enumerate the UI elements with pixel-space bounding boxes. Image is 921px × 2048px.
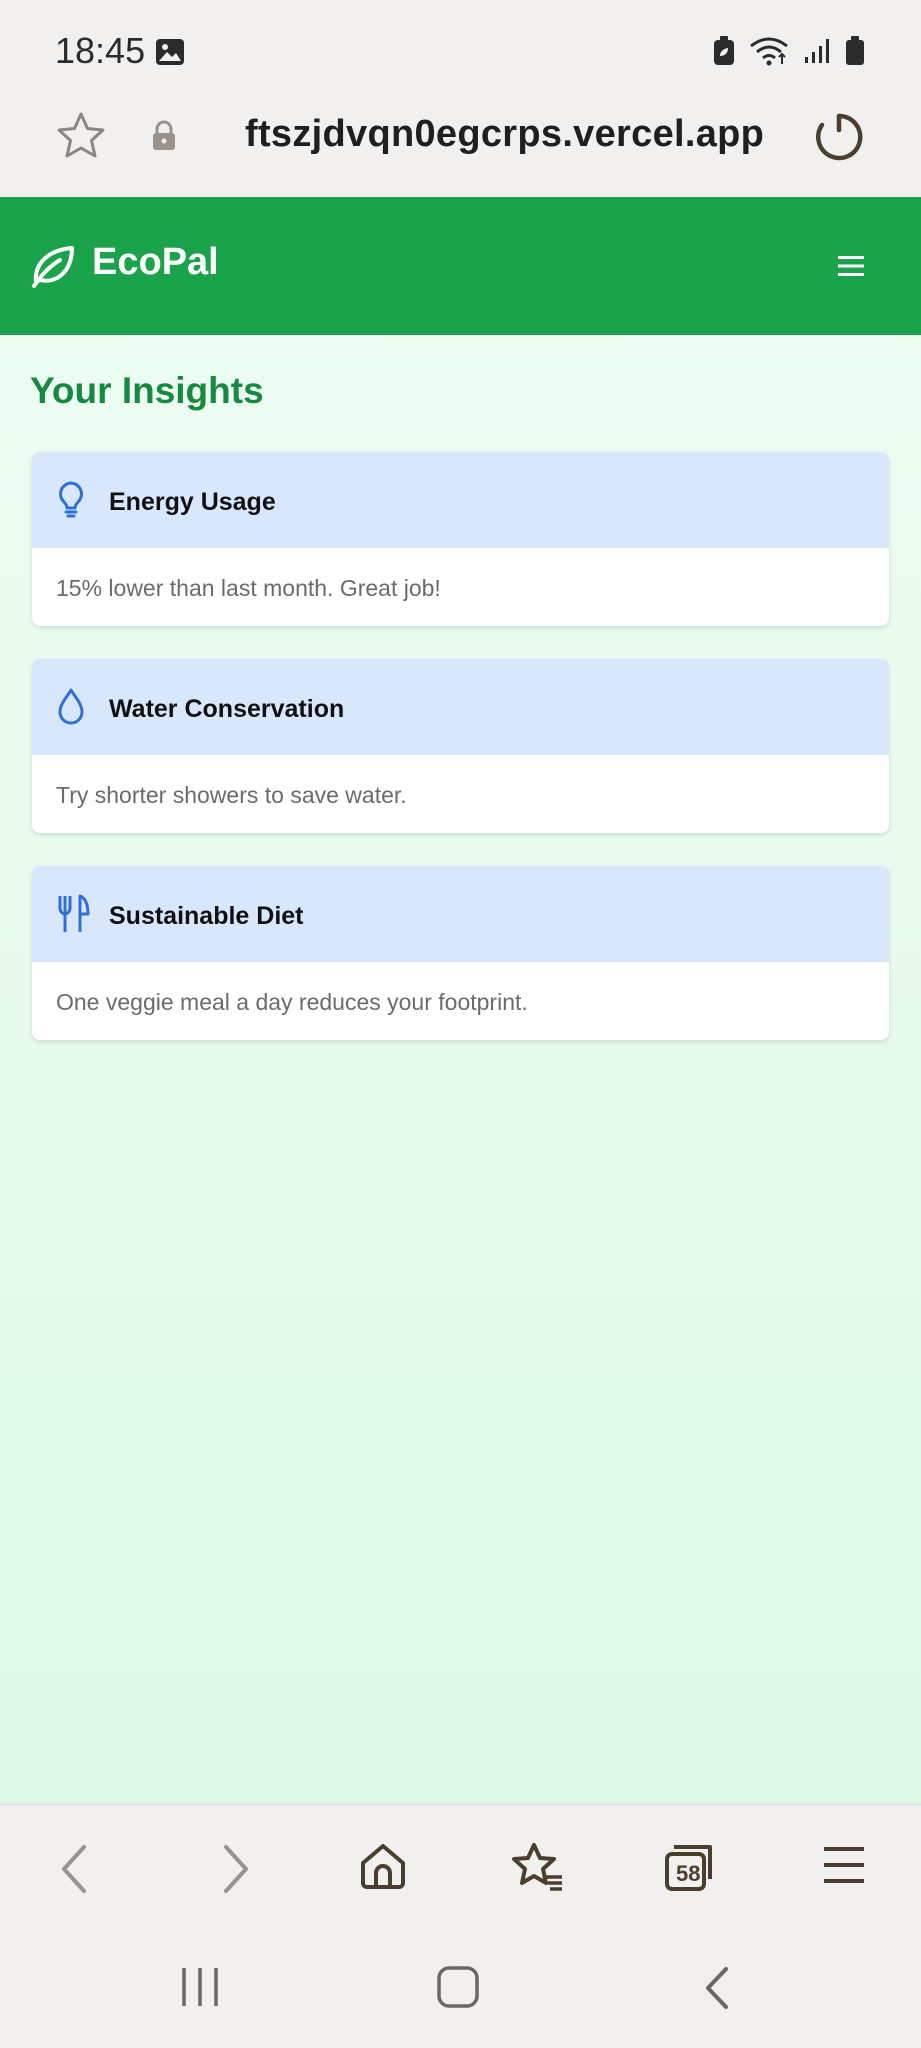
- browser-bottom-toolbar: 58: [0, 1804, 921, 1924]
- card-title: Sustainable Diet: [109, 902, 304, 930]
- utensils-icon: [56, 894, 90, 939]
- status-bar: 18:45: [0, 0, 921, 100]
- system-nav-bar: [0, 1924, 921, 2048]
- home-button-icon[interactable]: [436, 1966, 480, 2013]
- insight-card-energy: Energy Usage 15% lower than last month. …: [32, 452, 889, 626]
- card-header: Energy Usage: [32, 452, 889, 548]
- card-header: Water Conservation: [32, 659, 889, 755]
- page-title: Your Insights: [30, 370, 264, 411]
- battery-icon: [845, 36, 865, 71]
- app-header: EcoPal: [0, 197, 921, 335]
- hamburger-menu-icon[interactable]: [838, 255, 864, 282]
- insight-card-diet: Sustainable Diet One veggie meal a day r…: [32, 866, 889, 1040]
- back-icon[interactable]: [54, 1841, 98, 1902]
- battery-saver-icon: [713, 36, 735, 71]
- brand-name[interactable]: EcoPal: [92, 241, 219, 284]
- status-time: 18:45: [55, 30, 146, 71]
- leaf-icon: [30, 244, 76, 293]
- back-button-icon[interactable]: [700, 1966, 736, 2015]
- tabs-count: 58: [676, 1861, 701, 1886]
- image-icon: [155, 38, 185, 71]
- card-text: 15% lower than last month. Great job!: [56, 575, 441, 601]
- card-title: Water Conservation: [109, 695, 345, 723]
- menu-icon[interactable]: [822, 1841, 866, 1894]
- card-header: Sustainable Diet: [32, 866, 889, 962]
- reload-icon[interactable]: [812, 110, 866, 169]
- lock-icon[interactable]: [150, 120, 178, 157]
- lightbulb-icon: [56, 480, 86, 523]
- insight-card-water: Water Conservation Try shorter showers t…: [32, 659, 889, 833]
- signal-icon: [803, 37, 831, 70]
- card-text: Try shorter showers to save water.: [56, 782, 407, 808]
- home-icon[interactable]: [358, 1841, 408, 1896]
- wifi-icon: [749, 36, 789, 71]
- app-content: EcoPal Your Insights Energy Usage 15% lo…: [0, 197, 921, 1804]
- card-text: One veggie meal a day reduces your footp…: [56, 989, 528, 1015]
- bookmark-star-icon[interactable]: [55, 110, 107, 167]
- forward-icon[interactable]: [212, 1841, 256, 1902]
- card-title: Energy Usage: [109, 488, 276, 516]
- water-drop-icon: [56, 687, 86, 730]
- bookmarks-icon[interactable]: [510, 1841, 564, 1898]
- url-text[interactable]: ftszjdvqn0egcrps.vercel.app: [245, 113, 764, 156]
- recent-apps-icon[interactable]: [178, 1966, 222, 2013]
